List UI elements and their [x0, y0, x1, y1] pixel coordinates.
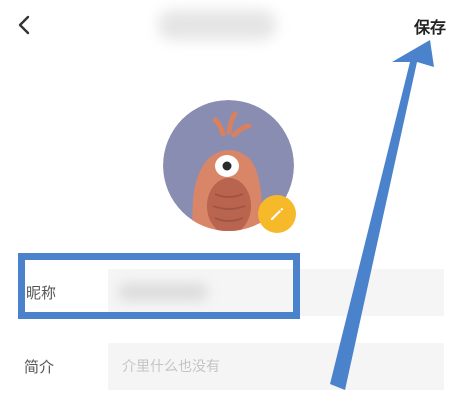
bio-label: 简介: [24, 358, 55, 376]
save-button[interactable]: 保存: [414, 14, 446, 38]
avatar-section: [163, 100, 297, 234]
nickname-value-blurred: [118, 283, 208, 301]
page-title-blurred: [158, 10, 276, 40]
top-bar: 保存: [0, 0, 458, 56]
pencil-icon: [271, 207, 284, 220]
back-button[interactable]: [10, 10, 38, 40]
nickname-label: 昵称: [26, 284, 57, 302]
bio-input[interactable]: [108, 343, 444, 390]
edit-avatar-button[interactable]: [258, 195, 296, 233]
chevron-left-icon: [18, 15, 30, 35]
